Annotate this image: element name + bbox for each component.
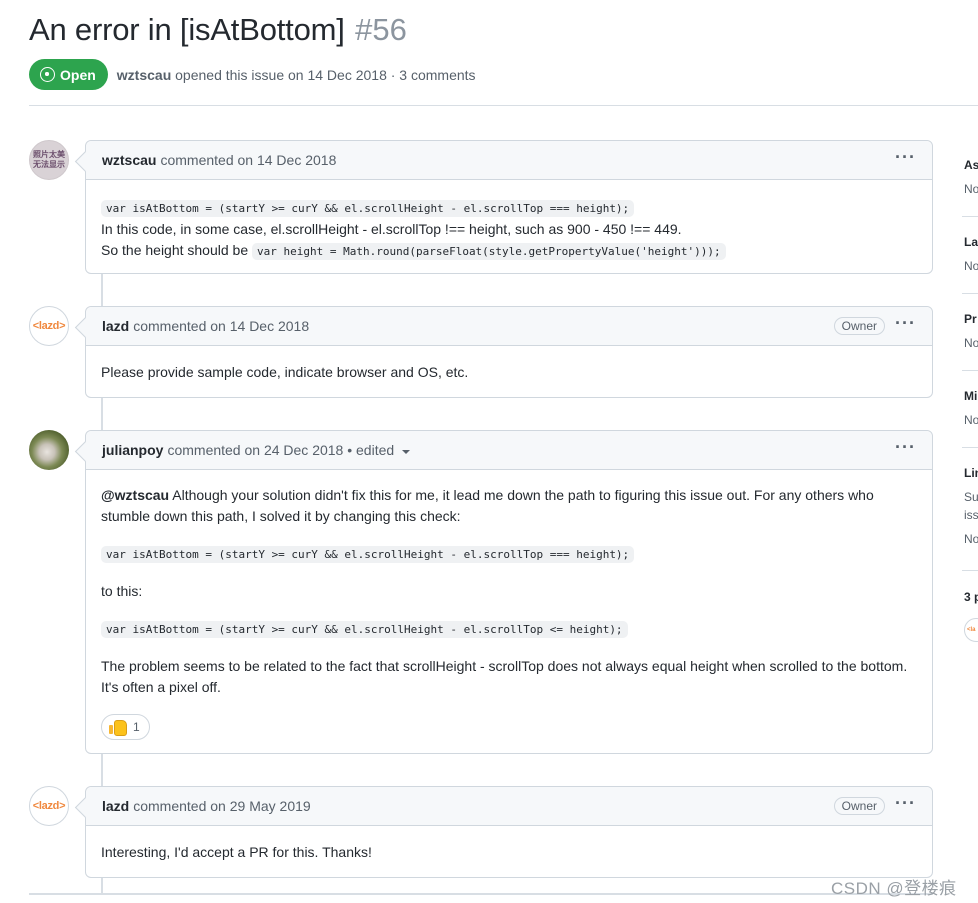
inline-code: var isAtBottom = (startY >= curY && el.s… <box>101 200 635 217</box>
sidebar-section-projects[interactable]: Pr No <box>964 312 978 350</box>
user-mention[interactable]: @wztscau <box>101 487 169 503</box>
comment: lazd commented on 29 May 2019 Owner ··· … <box>85 786 933 878</box>
kebab-menu-icon[interactable]: ··· <box>895 794 916 812</box>
reaction-thumbs-up-button[interactable]: 1 <box>101 714 150 740</box>
sidebar-value: No <box>964 413 978 427</box>
comment-body: @wztscau Although your solution didn't f… <box>86 470 932 754</box>
avatar[interactable] <box>29 430 69 470</box>
issue-opened-icon <box>40 67 55 82</box>
sidebar-value: No <box>964 182 978 196</box>
owner-badge: Owner <box>833 797 886 815</box>
sidebar-section-labels[interactable]: La No <box>964 235 978 273</box>
timeline-connector <box>101 753 103 786</box>
comment-text: Please provide sample code, indicate bro… <box>101 364 469 380</box>
issue-state-label: Open <box>60 66 96 83</box>
owner-badge: Owner <box>833 317 886 335</box>
issue-state-badge: Open <box>29 59 108 90</box>
sidebar-heading: 3 p <box>964 590 978 604</box>
sidebar-section-linked[interactable]: Lin Su iss No <box>964 466 978 546</box>
issue-title-row: An error in [isAtBottom] #56 <box>29 12 407 48</box>
sidebar-value: iss <box>964 508 978 522</box>
comment-paragraph: @wztscau Although your solution didn't f… <box>101 485 917 527</box>
issue-title: An error in [isAtBottom] <box>29 12 345 47</box>
comment: julianpoy commented on 24 Dec 2018 • edi… <box>85 430 933 754</box>
sidebar-heading: La <box>964 235 978 249</box>
comment-text: In this code, in some case, el.scrollHei… <box>101 221 682 237</box>
sidebar-value: No <box>964 532 978 546</box>
inline-code: var isAtBottom = (startY >= curY && el.s… <box>101 546 635 563</box>
sidebar-value: Su <box>964 490 978 504</box>
avatar-text: <lazd> <box>32 800 66 812</box>
sidebar-participants: 3 p <box>964 590 978 604</box>
comment-header: lazd commented on 29 May 2019 Owner ··· <box>86 787 932 826</box>
sidebar-heading: Lin <box>964 466 978 480</box>
code-block: var isAtBottom = (startY >= curY && el.s… <box>101 543 917 565</box>
sidebar-divider <box>962 570 978 571</box>
comment-timestamp[interactable]: commented on 24 Dec 2018 • edited <box>167 442 394 458</box>
sidebar-divider <box>962 370 978 371</box>
sidebar-heading: As <box>964 158 978 172</box>
inline-code: var height = Math.round(parseFloat(style… <box>252 243 726 260</box>
chevron-down-icon[interactable] <box>402 450 411 454</box>
issue-sidebar: As No La No Pr No Mi No Lin Su iss No 3 … <box>962 140 978 660</box>
comment-text: Interesting, I'd accept a PR for this. T… <box>101 844 372 860</box>
comment-timestamp[interactable]: commented on 14 Dec 2018 <box>133 318 309 334</box>
comment-header: wztscau commented on 14 Dec 2018 ··· <box>86 141 932 180</box>
avatar[interactable]: <lazd> <box>29 306 69 346</box>
comment-header: lazd commented on 14 Dec 2018 Owner ··· <box>86 307 932 346</box>
participant-avatar[interactable]: <la <box>964 618 978 642</box>
comment-author[interactable]: lazd <box>102 318 129 334</box>
kebab-menu-icon[interactable]: ··· <box>895 314 916 332</box>
sidebar-divider <box>962 447 978 448</box>
avatar-text: <lazd> <box>32 320 66 332</box>
comment-text: to this: <box>101 583 143 599</box>
comment-author[interactable]: lazd <box>102 798 129 814</box>
comment-text: Although your solution didn't fix this f… <box>101 487 874 524</box>
sidebar-heading: Pr <box>964 312 977 326</box>
sidebar-divider <box>962 216 978 217</box>
kebab-menu-icon[interactable]: ··· <box>895 438 916 456</box>
comment-header: julianpoy commented on 24 Dec 2018 • edi… <box>86 431 932 470</box>
comment: wztscau commented on 14 Dec 2018 ··· var… <box>85 140 933 274</box>
sidebar-value: No <box>964 259 978 273</box>
timeline-connector <box>101 397 103 430</box>
avatar[interactable]: <lazd> <box>29 786 69 826</box>
comment-body: var isAtBottom = (startY >= curY && el.s… <box>86 180 932 276</box>
reactions-bar: 1 <box>101 714 917 740</box>
comment-body: Please provide sample code, indicate bro… <box>86 346 932 397</box>
comment-timestamp[interactable]: commented on 29 May 2019 <box>133 798 310 814</box>
watermark: CSDN @登楼痕 <box>831 879 957 898</box>
comment-author[interactable]: julianpoy <box>102 442 163 458</box>
sidebar-divider <box>962 293 978 294</box>
comment-text: So the height should be <box>101 242 249 258</box>
bottom-divider <box>29 893 933 895</box>
sidebar-section-assignees[interactable]: As No <box>964 158 978 196</box>
avatar-text: 无法显示 <box>33 160 65 169</box>
comment-timestamp[interactable]: commented on 14 Dec 2018 <box>160 152 336 168</box>
avatar-text: 照片太美 <box>33 150 65 159</box>
sidebar-heading: Mi <box>964 389 978 403</box>
thumbs-up-icon <box>109 720 127 736</box>
comment-body: Interesting, I'd accept a PR for this. T… <box>86 826 932 877</box>
timeline-connector <box>101 273 103 306</box>
inline-code: var isAtBottom = (startY >= curY && el.s… <box>101 621 628 638</box>
issue-meta-text: wztscau opened this issue on 14 Dec 2018… <box>117 67 476 83</box>
timeline-connector <box>101 877 103 893</box>
sidebar-section-milestone[interactable]: Mi No <box>964 389 978 427</box>
comment: lazd commented on 14 Dec 2018 Owner ··· … <box>85 306 933 398</box>
issue-author-link[interactable]: wztscau <box>117 67 171 83</box>
comment-author[interactable]: wztscau <box>102 152 156 168</box>
issue-meta: Open wztscau opened this issue on 14 Dec… <box>29 59 476 90</box>
issue-number: #56 <box>355 12 407 47</box>
code-block: var isAtBottom = (startY >= curY && el.s… <box>101 618 917 640</box>
reaction-count: 1 <box>133 719 140 734</box>
header-divider <box>29 105 978 106</box>
sidebar-value: No <box>964 336 978 350</box>
avatar[interactable]: 照片太美 无法显示 <box>29 140 69 180</box>
comment-text: The problem seems to be related to the f… <box>101 658 908 695</box>
issue-meta-suffix: opened this issue on 14 Dec 2018 · 3 com… <box>175 66 476 83</box>
kebab-menu-icon[interactable]: ··· <box>895 148 916 166</box>
